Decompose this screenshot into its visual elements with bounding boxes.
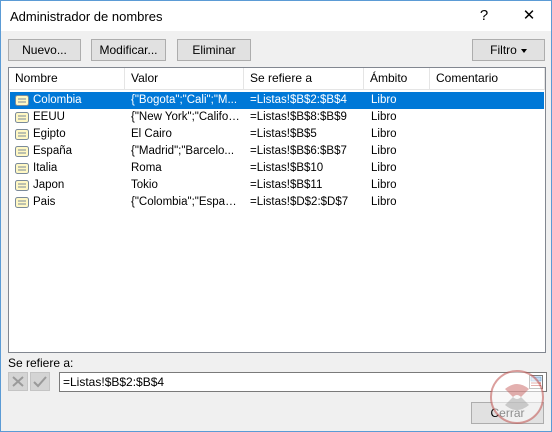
scope-cell: Libro	[371, 145, 397, 157]
new-button[interactable]: Nuevo...	[8, 39, 81, 61]
list-item[interactable]: EEUU {"New York";"Califor... =Listas!$B$…	[10, 109, 544, 126]
list-item[interactable]: Egipto El Cairo =Listas!$B$5 Libro	[10, 126, 544, 143]
refers-to-cell: =Listas!$B$2:$B$4	[250, 94, 347, 106]
comment-cell	[437, 177, 537, 194]
filter-button[interactable]: Filtro	[472, 39, 545, 61]
comment-cell	[437, 194, 537, 211]
scope-cell: Libro	[371, 128, 397, 140]
column-header-nombre[interactable]: Nombre	[9, 68, 125, 90]
list-item[interactable]: Pais {"Colombia";"Españ... =Listas!$D$2:…	[10, 194, 544, 211]
close-button-label: Cerrar	[490, 406, 525, 420]
names-list[interactable]: Nombre Valor Se refiere a Ámbito Comenta…	[8, 67, 546, 353]
name-cell: Pais	[33, 196, 56, 208]
refers-to-input[interactable]: =Listas!$B$2:$B$4	[59, 372, 547, 392]
list-item[interactable]: Italia Roma =Listas!$B$10 Libro	[10, 160, 544, 177]
refers-to-value: =Listas!$B$2:$B$4	[63, 375, 165, 389]
filter-button-label: Filtro	[490, 43, 517, 57]
value-cell: Roma	[131, 162, 162, 174]
name-range-icon	[15, 95, 29, 106]
refers-to-cell: =Listas!$B$5	[250, 128, 317, 140]
comment-cell	[437, 109, 537, 126]
close-icon[interactable]: ✕	[509, 3, 549, 29]
comment-cell	[437, 160, 537, 177]
refers-to-cell: =Listas!$B$8:$B$9	[250, 111, 347, 123]
scope-cell: Libro	[371, 179, 397, 191]
scope-cell: Libro	[371, 111, 397, 123]
close-icon	[12, 376, 24, 387]
title-bar: Administrador de nombres ? ✕	[1, 1, 551, 31]
help-button[interactable]: ?	[467, 3, 501, 29]
name-range-icon	[15, 129, 29, 140]
chevron-down-icon	[520, 48, 527, 53]
column-header-refiere[interactable]: Se refiere a	[244, 68, 364, 90]
value-cell: {"New York";"Califor...	[131, 111, 242, 123]
list-header: Nombre Valor Se refiere a Ámbito Comenta…	[9, 68, 545, 90]
name-manager-dialog: Administrador de nombres ? ✕ Nuevo... Mo…	[0, 0, 552, 432]
value-cell: {"Bogota";"Cali";"M...	[131, 94, 238, 106]
delete-button[interactable]: Eliminar	[177, 39, 251, 61]
name-range-icon	[15, 180, 29, 191]
scope-cell: Libro	[371, 196, 397, 208]
refers-to-cell: =Listas!$B$6:$B$7	[250, 145, 347, 157]
name-cell: Japon	[33, 179, 65, 191]
delete-button-label: Eliminar	[192, 43, 236, 57]
cancel-reference-button[interactable]	[8, 372, 28, 391]
scope-cell: Libro	[371, 94, 397, 106]
close-button[interactable]: Cerrar	[471, 402, 544, 424]
comment-cell	[437, 92, 537, 109]
refers-to-label: Se refiere a:	[8, 356, 74, 370]
name-cell: España	[33, 145, 73, 157]
edit-button-label: Modificar...	[99, 43, 158, 57]
list-item[interactable]: Japon Tokio =Listas!$B$11 Libro	[10, 177, 544, 194]
name-range-icon	[15, 146, 29, 157]
scope-cell: Libro	[371, 162, 397, 174]
refers-to-cell: =Listas!$B$10	[250, 162, 324, 174]
comment-cell	[437, 126, 537, 143]
list-item[interactable]: España {"Madrid";"Barcelo... =Listas!$B$…	[10, 143, 544, 160]
value-cell: {"Colombia";"Españ...	[131, 196, 242, 208]
name-cell: Italia	[33, 162, 58, 174]
name-cell: Colombia	[33, 94, 82, 106]
confirm-reference-button[interactable]	[30, 372, 50, 391]
list-item[interactable]: Colombia {"Bogota";"Cali";"M... =Listas!…	[10, 92, 544, 109]
refers-to-cell: =Listas!$B$11	[250, 179, 323, 191]
edit-button[interactable]: Modificar...	[91, 39, 166, 61]
refers-to-cell: =Listas!$D$2:$D$7	[250, 196, 349, 208]
name-cell: EEUU	[33, 111, 65, 123]
name-range-icon	[15, 197, 29, 208]
range-picker-icon[interactable]	[529, 375, 543, 389]
column-header-valor[interactable]: Valor	[125, 68, 244, 90]
name-range-icon	[15, 112, 29, 123]
dialog-title: Administrador de nombres	[10, 9, 163, 24]
column-header-comentario[interactable]: Comentario	[430, 68, 545, 90]
comment-cell	[437, 143, 537, 160]
column-header-ambito[interactable]: Ámbito	[364, 68, 430, 90]
name-cell: Egipto	[33, 128, 66, 140]
new-button-label: Nuevo...	[22, 43, 67, 57]
check-icon	[33, 376, 47, 388]
value-cell: El Cairo	[131, 128, 172, 140]
value-cell: {"Madrid";"Barcelo...	[131, 145, 235, 157]
name-range-icon	[15, 163, 29, 174]
value-cell: Tokio	[131, 179, 158, 191]
